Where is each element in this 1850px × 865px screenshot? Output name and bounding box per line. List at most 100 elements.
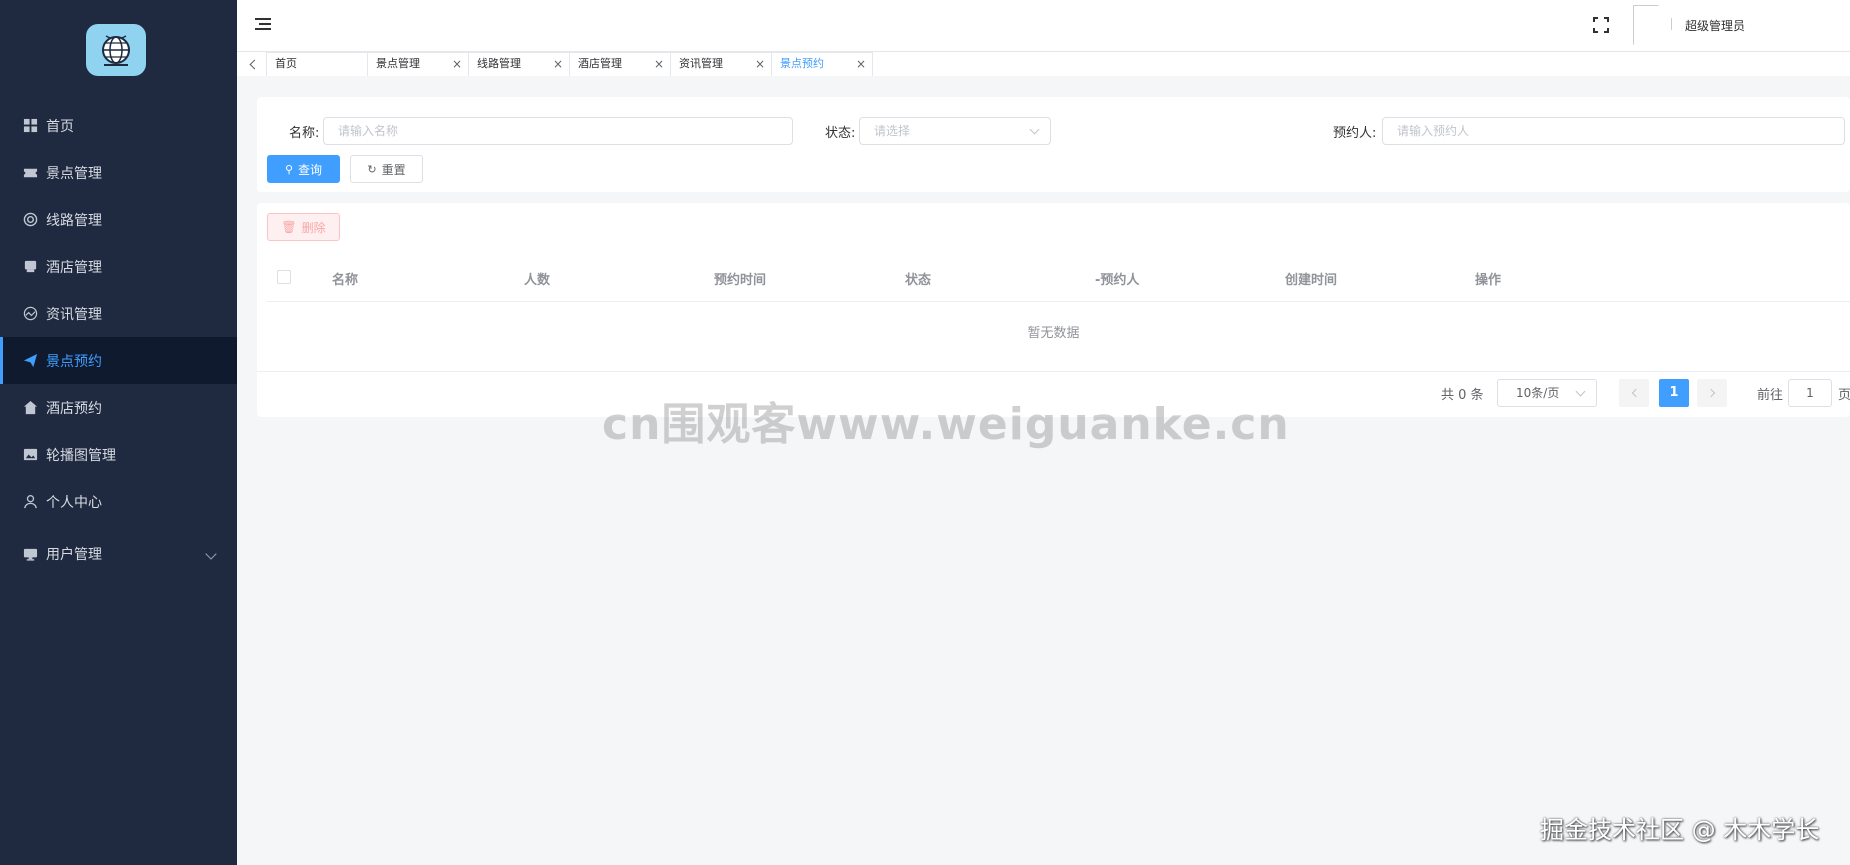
sidebar-item-hotel-management[interactable]: 酒店管理 <box>0 243 237 290</box>
select-all-checkbox[interactable] <box>277 270 291 284</box>
sidebar-item-label: 景点预约 <box>46 353 102 370</box>
tab-label: 线路管理 <box>477 57 521 70</box>
monitor-icon <box>22 546 38 562</box>
close-icon[interactable]: × <box>452 53 462 75</box>
tab-scenic-management[interactable]: 景点管理 × <box>367 52 469 76</box>
page-size-select[interactable]: 10条/页 <box>1497 379 1597 407</box>
refresh-icon: ↻ <box>367 162 377 176</box>
page-size-value: 10条/页 <box>1516 386 1560 400</box>
booker-label: 预约人: <box>1333 126 1377 141</box>
sidebar-item-label: 线路管理 <box>46 212 102 229</box>
prev-page-button[interactable] <box>1619 379 1649 407</box>
status-select[interactable]: 请选择 <box>859 117 1051 145</box>
delete-button[interactable]: 🗑 删除 <box>267 213 340 241</box>
chevron-down-icon <box>205 548 217 560</box>
grid-icon <box>22 118 38 134</box>
sidebar-item-scenic-management[interactable]: 景点管理 <box>0 149 237 196</box>
booker-input[interactable]: 请输入预约人 <box>1382 117 1845 145</box>
watermark-center: cn围观客www.weiguanke.cn <box>602 399 1290 450</box>
status-label: 状态: <box>825 126 856 141</box>
tab-label: 首页 <box>275 57 297 70</box>
tab-label: 景点管理 <box>376 57 420 70</box>
sidebar-item-label: 景点管理 <box>46 165 102 182</box>
username[interactable]: 超级管理员 <box>1685 17 1745 34</box>
sidebar-item-route-management[interactable]: 线路管理 <box>0 196 237 243</box>
goto-page-input[interactable]: 1 <box>1788 379 1832 407</box>
name-label: 名称: <box>289 126 320 141</box>
close-icon[interactable]: × <box>553 53 563 75</box>
search-icon: ⚲ <box>284 162 294 176</box>
sidebar-item-label: 酒店预约 <box>46 400 102 417</box>
watermark-corner: 掘金技术社区 @ 木木学长 <box>1540 816 1820 844</box>
sidebar-menu: 首页 景点管理 线路管理 酒店管理 资讯管理 景点预约 酒店预约 轮播图管理 个… <box>0 102 237 583</box>
divider <box>1671 18 1672 30</box>
chevron-down-icon <box>1029 124 1040 135</box>
sidebar: 首页 景点管理 线路管理 酒店管理 资讯管理 景点预约 酒店预约 轮播图管理 个… <box>0 0 237 865</box>
close-icon[interactable]: × <box>856 53 866 75</box>
tab-bar: 首页 景点管理 × 线路管理 × 酒店管理 × 资讯管理 × 景点预约 × <box>237 52 1850 76</box>
column-header[interactable]: -预约人 <box>1095 269 1139 288</box>
sidebar-item-personal-center[interactable]: 个人中心 <box>0 478 237 525</box>
sidebar-item-hotel-booking[interactable]: 酒店预约 <box>0 384 237 431</box>
sidebar-item-label: 资讯管理 <box>46 306 102 323</box>
close-icon[interactable]: × <box>654 53 664 75</box>
current-page[interactable]: 1 <box>1659 379 1689 407</box>
sidebar-item-user-management[interactable]: 用户管理 <box>0 525 237 583</box>
bed-icon <box>22 259 38 275</box>
sidebar-item-scenic-booking[interactable]: 景点预约 <box>0 337 237 384</box>
tab-label: 酒店管理 <box>578 57 622 70</box>
close-icon[interactable]: × <box>755 53 765 75</box>
lifebuoy-icon <box>22 212 38 228</box>
logo[interactable] <box>86 24 146 76</box>
user-icon <box>22 494 38 510</box>
table-header: 名称 人数 预约时间 状态 -预约人 创建时间 操作 <box>267 253 1850 302</box>
table-panel: 🗑 删除 名称 人数 预约时间 状态 -预约人 创建时间 操作 暂无数据 共 0… <box>257 203 1850 417</box>
sidebar-item-label: 酒店管理 <box>46 259 102 276</box>
chevron-right-icon <box>1706 388 1715 398</box>
column-header[interactable]: 操作 <box>1475 269 1501 288</box>
tab-label: 景点预约 <box>780 57 824 70</box>
chevron-down-icon <box>1575 386 1586 397</box>
avatar[interactable] <box>1633 5 1659 45</box>
tab-home[interactable]: 首页 <box>266 52 368 76</box>
goto-label: 前往 <box>1757 388 1784 403</box>
reset-button-label: 重置 <box>381 162 406 177</box>
name-input[interactable]: 请输入名称 <box>323 117 793 145</box>
column-header[interactable]: 预约时间 <box>714 269 766 288</box>
tab-scroll-left-icon[interactable] <box>237 52 267 76</box>
sidebar-item-label: 轮播图管理 <box>46 447 116 464</box>
query-button[interactable]: ⚲ 查询 <box>267 155 340 183</box>
status-select-placeholder: 请选择 <box>874 124 911 138</box>
tab-route-management[interactable]: 线路管理 × <box>468 52 570 76</box>
trash-icon: 🗑 <box>281 220 297 234</box>
tab-news-management[interactable]: 资讯管理 × <box>670 52 772 76</box>
column-header[interactable]: 名称 <box>332 269 358 288</box>
chevron-left-icon <box>1631 388 1640 398</box>
picture-icon <box>22 447 38 463</box>
next-page-button[interactable] <box>1697 379 1727 407</box>
query-button-label: 查询 <box>298 162 323 177</box>
sidebar-item-label: 首页 <box>46 118 74 135</box>
sidebar-item-label: 用户管理 <box>46 547 102 563</box>
reset-button[interactable]: ↻ 重置 <box>350 155 423 183</box>
sidebar-item-label: 个人中心 <box>46 494 102 511</box>
sidebar-item-news-management[interactable]: 资讯管理 <box>0 290 237 337</box>
chart-icon <box>22 306 38 322</box>
send-icon <box>22 353 38 369</box>
tab-hotel-management[interactable]: 酒店管理 × <box>569 52 671 76</box>
column-header[interactable]: 状态 <box>905 269 931 288</box>
menu-toggle-icon[interactable] <box>255 18 271 32</box>
empty-state: 暂无数据 <box>257 302 1850 372</box>
search-panel: 名称: 请输入名称 状态: 请选择 预约人: 请输入预约人 ⚲ 查询 ↻ 重置 <box>257 97 1850 192</box>
fullscreen-icon[interactable] <box>1593 17 1609 33</box>
ticket-icon <box>22 165 38 181</box>
sidebar-item-home[interactable]: 首页 <box>0 102 237 149</box>
sidebar-item-carousel-management[interactable]: 轮播图管理 <box>0 431 237 478</box>
top-header: 超级管理员 <box>237 0 1850 52</box>
column-header[interactable]: 人数 <box>524 269 550 288</box>
tab-label: 资讯管理 <box>679 57 723 70</box>
home-icon <box>22 400 38 416</box>
column-header[interactable]: 创建时间 <box>1285 269 1337 288</box>
tab-scenic-booking[interactable]: 景点预约 × <box>771 52 873 76</box>
page-suffix: 页 <box>1838 388 1850 403</box>
